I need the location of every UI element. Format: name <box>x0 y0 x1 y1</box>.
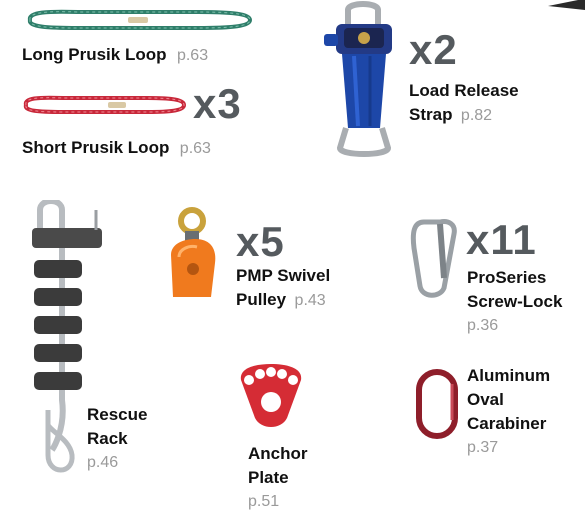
red-rope-loop-icon <box>23 95 187 114</box>
screw-lock-carabiner-icon <box>410 219 457 298</box>
page-reference: p.43 <box>294 292 326 309</box>
green-rope-loop-icon <box>28 9 253 30</box>
anchor-plate-icon <box>240 364 302 427</box>
item-name: Long Prusik Loop <box>22 45 167 64</box>
item-name: Screw-Lock <box>467 292 563 311</box>
item-name: PMP Swivel <box>236 266 331 285</box>
page-reference: p.46 <box>87 454 119 471</box>
partial-equipment-icon <box>548 0 585 10</box>
item-name: Rack <box>87 429 128 448</box>
item-name: Oval <box>467 390 504 409</box>
quantity-label: x5 <box>236 218 285 265</box>
quantity-label: x11 <box>466 216 537 263</box>
page-reference: p.82 <box>460 107 493 124</box>
page-reference: p.36 <box>467 317 499 334</box>
page-reference: p.63 <box>179 140 211 157</box>
swivel-pulley-icon <box>171 207 216 297</box>
item-name: Load Release <box>409 81 519 100</box>
oval-carabiner-icon <box>416 369 458 439</box>
item-name: Aluminum <box>467 366 551 385</box>
item-name: Anchor <box>248 444 308 463</box>
item-name: Carabiner <box>467 414 547 433</box>
page-reference: p.37 <box>467 439 499 456</box>
item-name: ProSeries <box>467 268 547 287</box>
item-name: Pulley <box>236 290 287 309</box>
quantity-label: x2 <box>409 26 458 73</box>
item-name: Rescue <box>87 405 148 424</box>
item-name: Strap <box>409 105 453 124</box>
page-reference: p.51 <box>248 493 280 510</box>
page-reference: p.63 <box>176 47 209 64</box>
quantity-label: x3 <box>193 80 242 127</box>
load-release-strap-icon <box>324 1 392 157</box>
item-name: Plate <box>248 468 289 487</box>
item-name: Short Prusik Loop <box>22 138 170 157</box>
